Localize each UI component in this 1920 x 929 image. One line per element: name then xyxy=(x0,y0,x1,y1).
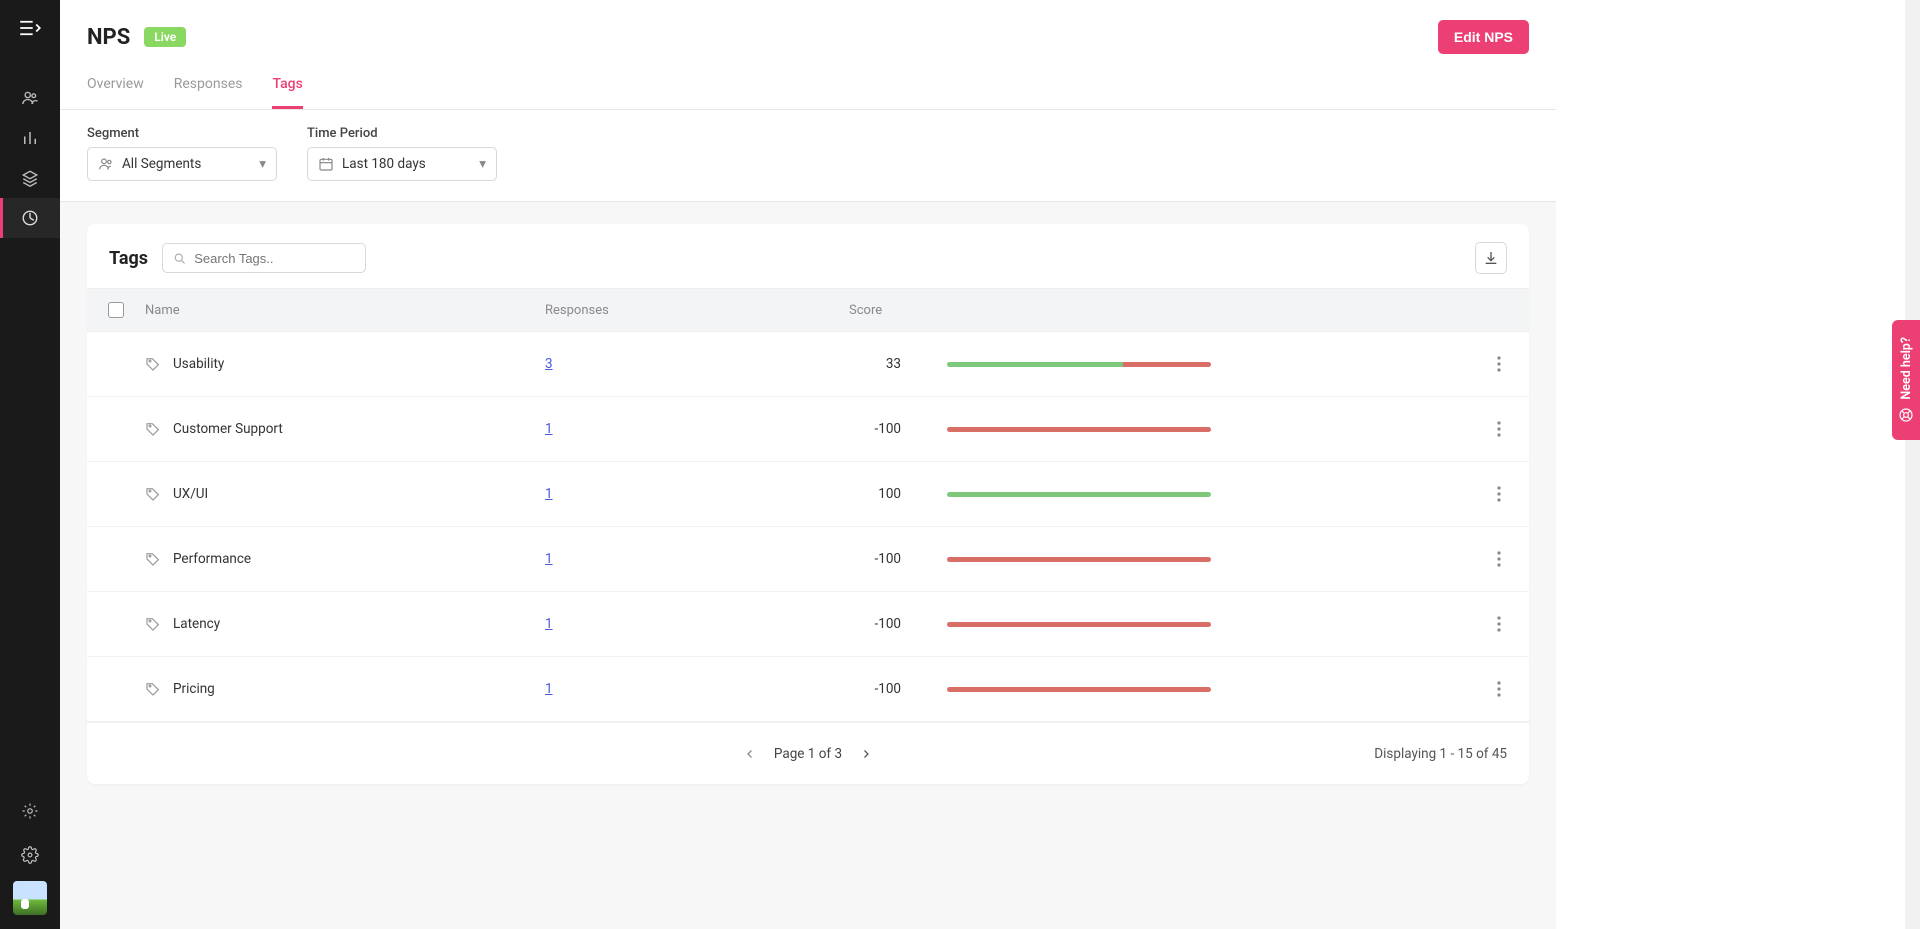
score-value: -100 xyxy=(849,421,911,437)
score-bar xyxy=(947,622,1211,627)
tag-name: Latency xyxy=(173,616,220,632)
status-badge: Live xyxy=(144,27,186,47)
sidebar-toggle[interactable] xyxy=(19,20,41,36)
select-all-checkbox[interactable] xyxy=(108,302,124,318)
responses-link[interactable]: 3 xyxy=(545,356,553,372)
table-row: Latency 1 -100 xyxy=(87,592,1529,657)
nav-settings[interactable] xyxy=(13,837,47,873)
table-row: Performance 1 -100 xyxy=(87,527,1529,592)
segment-value: All Segments xyxy=(122,156,201,172)
avatar[interactable] xyxy=(13,881,47,915)
row-menu-button[interactable] xyxy=(1469,551,1529,567)
row-menu-button[interactable] xyxy=(1469,616,1529,632)
tag-icon xyxy=(145,551,161,567)
tag-icon xyxy=(145,486,161,502)
tag-icon xyxy=(145,616,161,632)
need-help-label: Need help? xyxy=(1899,337,1914,400)
tab-responses[interactable]: Responses xyxy=(174,76,243,109)
responses-link[interactable]: 1 xyxy=(545,421,553,437)
score-value: 33 xyxy=(849,356,911,372)
table-row: Pricing 1 -100 xyxy=(87,657,1529,722)
calendar-icon xyxy=(318,156,334,172)
score-bar xyxy=(947,557,1211,562)
chevron-left-icon xyxy=(744,748,756,760)
col-score: Score xyxy=(849,303,1391,318)
section-title: Tags xyxy=(109,248,148,269)
users-icon xyxy=(21,89,39,107)
score-bar xyxy=(947,492,1211,497)
left-nav-sidebar xyxy=(0,0,60,929)
tag-icon xyxy=(145,421,161,437)
row-menu-button[interactable] xyxy=(1469,681,1529,697)
tag-name: Usability xyxy=(173,356,224,372)
score-value: -100 xyxy=(849,616,911,632)
chevron-down-icon: ▾ xyxy=(479,156,486,172)
tags-card: Tags Name Responses Score Usability333Cu… xyxy=(87,224,1529,784)
bar-chart-icon xyxy=(21,129,39,147)
tab-tags[interactable]: Tags xyxy=(272,76,302,109)
table-header: Name Responses Score xyxy=(87,288,1529,332)
display-count: Displaying 1 - 15 of 45 xyxy=(1374,746,1507,762)
chevron-down-icon: ▾ xyxy=(259,156,266,172)
pager: Page 1 of 3 xyxy=(740,744,876,764)
window-scrollbar[interactable] xyxy=(1905,0,1920,929)
table-row: Usability333 xyxy=(87,332,1529,397)
users-icon xyxy=(98,156,114,172)
score-value: -100 xyxy=(849,681,911,697)
score-value: -100 xyxy=(849,551,911,567)
period-select[interactable]: Last 180 days ▾ xyxy=(307,147,497,181)
row-menu-button[interactable] xyxy=(1469,486,1529,502)
tag-name: UX/UI xyxy=(173,486,208,502)
edit-nps-button[interactable]: Edit NPS xyxy=(1438,20,1529,54)
score-bar xyxy=(947,427,1211,432)
segment-label: Segment xyxy=(87,126,277,141)
page-next-button[interactable] xyxy=(856,744,876,764)
tag-name: Performance xyxy=(173,551,251,567)
tag-icon xyxy=(145,356,161,372)
table-row: UX/UI 1 100 xyxy=(87,462,1529,527)
nav-analytics[interactable] xyxy=(0,118,60,158)
tag-name: Customer Support xyxy=(173,421,283,437)
tag-icon xyxy=(145,681,161,697)
table-row: Customer Support 1 -100 xyxy=(87,397,1529,462)
search-wrapper xyxy=(162,243,366,273)
tag-name: Pricing xyxy=(173,681,215,697)
tab-overview[interactable]: Overview xyxy=(87,76,144,109)
need-help-tab[interactable]: Need help? xyxy=(1892,320,1920,440)
row-menu-button[interactable] xyxy=(1469,356,1529,372)
cog-icon xyxy=(21,802,39,820)
page-title: NPS xyxy=(87,25,130,50)
layers-icon xyxy=(21,169,39,187)
score-bar xyxy=(947,362,1211,367)
responses-link[interactable]: 1 xyxy=(545,486,553,502)
gauge-icon xyxy=(21,209,39,227)
nav-admin[interactable] xyxy=(13,793,47,829)
gear-icon xyxy=(21,846,39,864)
row-menu-button[interactable] xyxy=(1469,421,1529,437)
chevron-right-icon xyxy=(860,748,872,760)
score-value: 100 xyxy=(849,486,911,502)
period-value: Last 180 days xyxy=(342,156,426,172)
nav-users[interactable] xyxy=(0,78,60,118)
score-bar xyxy=(947,687,1211,692)
col-responses: Responses xyxy=(545,303,849,318)
nav-layers[interactable] xyxy=(0,158,60,198)
main-panel: NPS Live Edit NPS Overview Responses Tag… xyxy=(60,0,1556,929)
search-icon xyxy=(173,251,186,266)
responses-link[interactable]: 1 xyxy=(545,681,553,697)
download-button[interactable] xyxy=(1475,242,1507,274)
nav-nps[interactable] xyxy=(0,198,60,238)
tabs: Overview Responses Tags xyxy=(87,76,1529,109)
search-input[interactable] xyxy=(194,251,355,266)
responses-link[interactable]: 1 xyxy=(545,616,553,632)
lifebuoy-icon xyxy=(1898,407,1914,423)
responses-link[interactable]: 1 xyxy=(545,551,553,567)
segment-select[interactable]: All Segments ▾ xyxy=(87,147,277,181)
page-text: Page 1 of 3 xyxy=(774,746,842,762)
col-name: Name xyxy=(145,303,545,318)
menu-expand-icon xyxy=(19,20,41,36)
page-prev-button[interactable] xyxy=(740,744,760,764)
period-label: Time Period xyxy=(307,126,497,141)
download-icon xyxy=(1483,250,1499,266)
